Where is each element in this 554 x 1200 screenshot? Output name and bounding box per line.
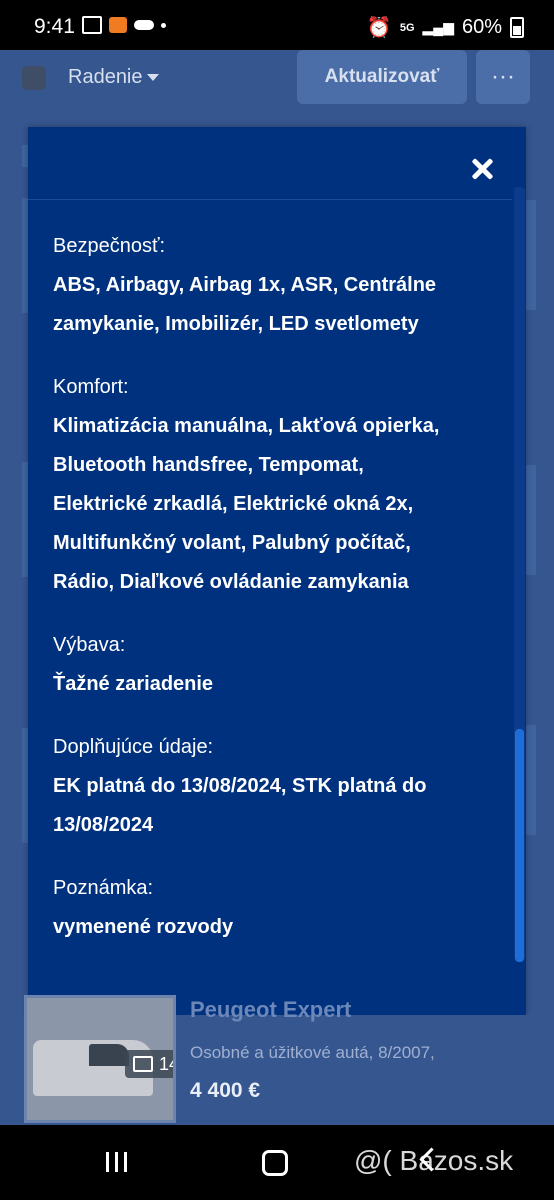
notification-icons	[82, 16, 166, 34]
section-additional-info: Doplňujúce údaje: EK platná do 13/08/202…	[53, 728, 493, 845]
listing-item[interactable]: 14 Peugeot Expert Osobné a úžitkové autá…	[0, 995, 554, 1123]
section-value-line: Ťažné zariadenie	[53, 673, 214, 695]
section-label: Doplňujúce údaje:	[53, 736, 214, 758]
bazos-watermark: @( Bazos.sk	[354, 1145, 514, 1176]
sort-label: Radenie	[68, 66, 143, 88]
system-icons: ⏰ 5G ▂▄▆ 60%	[367, 15, 524, 40]
van-window	[89, 1044, 129, 1066]
sort-dropdown[interactable]: Radenie	[68, 66, 159, 89]
section-label: Poznámka:	[53, 877, 154, 899]
update-button[interactable]: Aktualizovať	[297, 50, 467, 104]
section-value-line: EK platná do 13/08/2024, STK platná do	[53, 775, 427, 797]
section-label: Bezpečnosť:	[53, 235, 166, 257]
background-list-fragment	[526, 465, 536, 575]
section-value-line: Bluetooth handsfree, Tempomat,	[53, 454, 364, 476]
equipment-detail-modal: Bezpečnosť: ABS, Airbagy, Airbag 1x, ASR…	[28, 127, 526, 1015]
more-options-button[interactable]: ···	[476, 50, 530, 104]
status-time: 9:41	[34, 15, 75, 38]
section-value-line: Rádio, Diaľkové ovládanie zamykania	[53, 571, 409, 593]
listing-price: 4 400 €	[190, 1079, 261, 1102]
close-icon[interactable]	[468, 155, 496, 183]
background-list-fragment	[526, 200, 536, 310]
home-icon[interactable]	[262, 1150, 288, 1176]
section-value-line: 13/08/2024	[53, 814, 154, 836]
recent-apps-icon[interactable]	[106, 1152, 127, 1172]
gallery-icon	[82, 16, 102, 34]
photo-icon	[133, 1056, 153, 1072]
signal-icon: ▂▄▆	[422, 19, 454, 35]
temu-app-icon	[109, 17, 127, 33]
battery-level: 60%	[461, 16, 502, 38]
status-bar: 9:41 ⏰ 5G ▂▄▆ 60%	[0, 0, 554, 50]
network-type: 5G	[399, 21, 415, 34]
listing-thumbnail[interactable]: 14	[24, 995, 176, 1123]
section-value-line: ABS, Airbagy, Airbag 1x, ASR, Centrálne	[53, 274, 437, 296]
section-comfort: Komfort: Klimatizácia manuálna, Lakťová …	[53, 368, 493, 602]
section-label: Výbava:	[53, 634, 126, 656]
section-note: Poznámka: vymenené rozvody	[53, 869, 493, 947]
background-list-fragment	[526, 725, 536, 835]
section-equipment: Výbava: Ťažné zariadenie	[53, 626, 493, 704]
listing-title[interactable]: Peugeot Expert	[190, 997, 351, 1023]
photo-count-badge: 14	[125, 1050, 173, 1078]
photo-count: 14	[158, 1053, 173, 1074]
section-value-line: Multifunkčný volant, Palubný počítač,	[53, 532, 411, 554]
section-safety: Bezpečnosť: ABS, Airbagy, Airbag 1x, ASR…	[53, 227, 493, 344]
select-all-checkbox[interactable]	[22, 66, 46, 90]
section-value-line: Elektrické zrkadlá, Elektrické okná 2x,	[53, 493, 414, 515]
more-notifications-dot-icon	[161, 22, 166, 28]
modal-content: Bezpečnosť: ABS, Airbagy, Airbag 1x, ASR…	[53, 227, 493, 971]
list-toolbar: Radenie Aktualizovať ···	[0, 50, 554, 110]
battery-icon	[510, 17, 524, 38]
system-nav-bar: @( Bazos.sk	[0, 1125, 554, 1200]
section-value-line: Klimatizácia manuálna, Lakťová opierka,	[53, 415, 440, 437]
caret-down-icon	[146, 74, 159, 82]
listing-description: Osobné a úžitkové autá, 8/2007,	[190, 1043, 435, 1062]
alarm-icon: ⏰	[366, 17, 392, 39]
section-value-line: zamykanie, Imobilizér, LED svetlomety	[53, 313, 419, 335]
section-value-line: vymenené rozvody	[53, 916, 234, 938]
cloud-icon	[134, 20, 154, 30]
modal-header	[28, 127, 512, 200]
section-label: Komfort:	[53, 376, 129, 398]
modal-scrollbar-thumb[interactable]	[515, 729, 524, 962]
